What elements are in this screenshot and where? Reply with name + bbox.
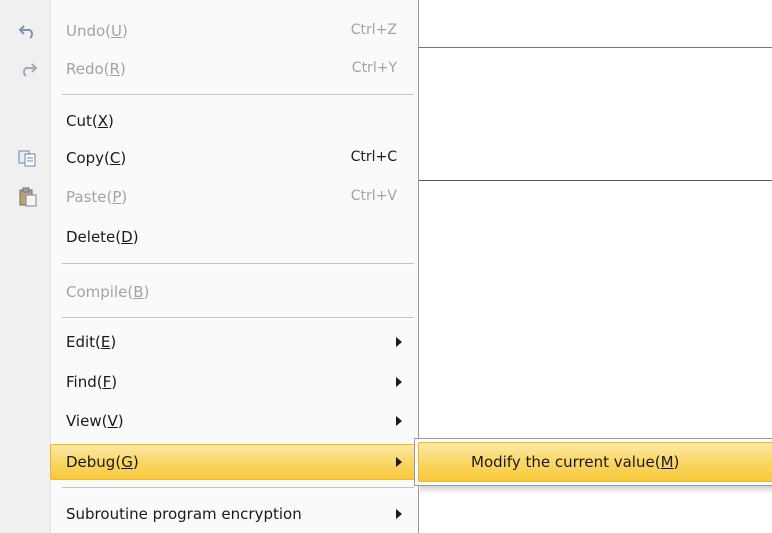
menu-item-copy[interactable]: Copy(C) Ctrl+C — [0, 141, 417, 175]
submenu-arrow-icon — [396, 457, 402, 467]
menu-item-label: Subroutine program encryption — [66, 505, 302, 523]
menu-item-compile[interactable]: Compile(B) — [0, 275, 417, 309]
shortcut-text: Ctrl+Y — [351, 60, 397, 76]
menu-item-label: Undo(U) — [66, 22, 128, 40]
menu-item-label: View(V) — [66, 412, 124, 430]
paste-icon — [18, 187, 38, 207]
submenu-arrow-icon — [396, 377, 402, 387]
undo-icon — [18, 21, 38, 41]
copy-icon — [18, 148, 38, 168]
menu-item-subroutine-encryption[interactable]: Subroutine program encryption — [0, 497, 417, 531]
editor-gridline — [418, 47, 772, 48]
menu-item-cut[interactable]: Cut(X) — [0, 104, 417, 138]
shortcut-text: Ctrl+C — [350, 149, 397, 165]
menu-item-redo[interactable]: Redo(R) Ctrl+Y — [0, 52, 417, 86]
menu-item-view[interactable]: View(V) — [0, 404, 417, 438]
menu-item-label: Debug(G) — [66, 453, 139, 471]
debug-submenu: Modify the current value(M) — [414, 438, 772, 486]
menu-item-undo[interactable]: Undo(U) Ctrl+Z — [0, 14, 417, 48]
context-menu: Undo(U) Ctrl+Z Redo(R) Ctrl+Y Cut(X) Cop… — [0, 0, 419, 533]
submenu-arrow-icon — [396, 416, 402, 426]
menu-item-find[interactable]: Find(F) — [0, 365, 417, 399]
submenu-arrow-icon — [396, 337, 402, 347]
menu-item-label: Find(F) — [66, 373, 118, 391]
menu-separator — [62, 487, 414, 489]
menu-separator — [62, 263, 414, 265]
menu-item-debug[interactable]: Debug(G) — [50, 444, 416, 480]
menu-item-label: Compile(B) — [66, 283, 150, 301]
menu-item-label: Copy(C) — [66, 149, 127, 167]
menu-item-label: Cut(X) — [66, 112, 114, 130]
shortcut-text: Ctrl+V — [350, 188, 397, 204]
menu-item-edit[interactable]: Edit(E) — [0, 325, 417, 359]
menu-item-modify-current-value[interactable]: Modify the current value(M) — [418, 442, 772, 482]
menu-item-delete[interactable]: Delete(D) — [0, 220, 417, 254]
menu-item-paste[interactable]: Paste(P) Ctrl+V — [0, 180, 417, 214]
menu-separator — [62, 317, 414, 319]
menu-item-label: Edit(E) — [66, 333, 117, 351]
shortcut-text: Ctrl+Z — [350, 22, 397, 38]
menu-item-label: Redo(R) — [66, 60, 126, 78]
menu-item-label: Paste(P) — [66, 188, 128, 206]
menu-item-label: Delete(D) — [66, 228, 139, 246]
menu-separator — [62, 94, 414, 96]
redo-icon — [18, 59, 38, 79]
menu-item-label: Modify the current value(M) — [471, 453, 680, 471]
submenu-shadow — [420, 486, 772, 494]
submenu-arrow-icon — [396, 509, 402, 519]
editor-gridline — [418, 180, 772, 181]
